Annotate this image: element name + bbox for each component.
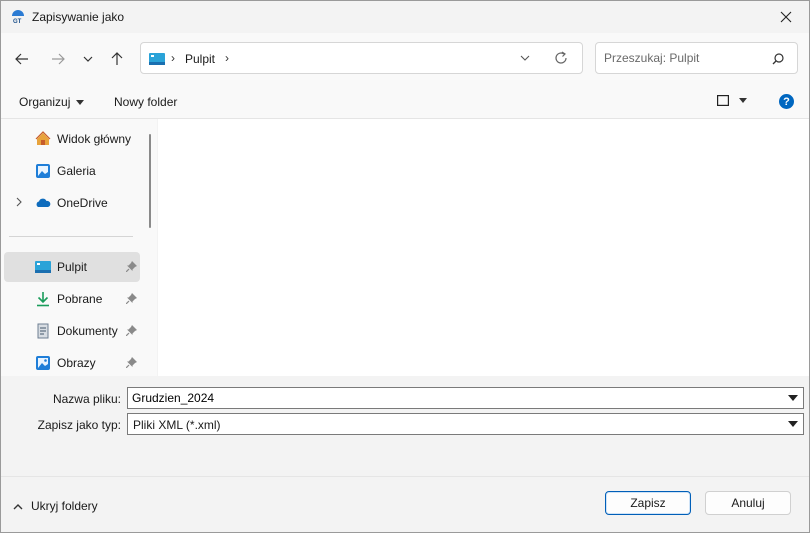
- pin-icon[interactable]: [126, 357, 137, 368]
- chevron-down-icon[interactable]: [519, 52, 531, 64]
- save-label: Zapisz: [630, 496, 666, 510]
- hide-folders-button[interactable]: Ukryj foldery: [13, 499, 98, 513]
- window-title: Zapisywanie jako: [32, 10, 125, 24]
- cancel-button[interactable]: Anuluj: [705, 491, 791, 515]
- cancel-label: Anuluj: [731, 496, 765, 510]
- desktop-icon: [35, 261, 51, 273]
- sidebar-item-downloads[interactable]: Pobrane: [4, 284, 140, 314]
- sidebar-item-documents[interactable]: Dokumenty: [4, 316, 140, 346]
- recent-locations-button[interactable]: [76, 47, 100, 71]
- pin-icon[interactable]: [126, 325, 137, 336]
- new-folder-button[interactable]: Nowy folder: [114, 95, 177, 109]
- home-icon: [35, 131, 51, 145]
- chevron-right-icon[interactable]: [15, 197, 23, 207]
- filetype-label: Zapisz jako typ:: [37, 418, 121, 432]
- app-icon: GT: [12, 10, 24, 24]
- svg-text:GT: GT: [13, 19, 22, 24]
- search-icon[interactable]: [772, 53, 784, 65]
- filename-label: Nazwa pliku:: [52, 392, 121, 406]
- file-list-area[interactable]: [158, 119, 809, 376]
- navigation-bar: › Pulpit ›: [1, 33, 809, 85]
- caret-down-icon: [76, 99, 85, 105]
- arrow-up-icon: [111, 52, 123, 65]
- sidebar-item-label: OneDrive: [57, 196, 108, 210]
- back-button[interactable]: [10, 47, 34, 71]
- breadcrumb-separator[interactable]: ›: [171, 51, 175, 65]
- filetype-select[interactable]: Pliki XML (*.xml): [127, 413, 804, 435]
- download-icon: [37, 292, 49, 307]
- chevron-up-icon: [13, 503, 23, 509]
- help-button[interactable]: ?: [779, 94, 794, 109]
- onedrive-icon: [36, 198, 51, 207]
- up-button[interactable]: [105, 47, 129, 71]
- pictures-icon: [36, 356, 50, 370]
- title-bar: GT Zapisywanie jako: [1, 1, 809, 33]
- refresh-icon[interactable]: [553, 50, 569, 66]
- search-input[interactable]: [604, 49, 764, 67]
- sidebar-scrollbar[interactable]: [149, 134, 151, 228]
- desktop-icon: [149, 53, 165, 65]
- filetype-value: Pliki XML (*.xml): [133, 418, 221, 432]
- arrow-right-icon: [52, 53, 65, 65]
- organize-label: Organizuj: [19, 95, 71, 109]
- filename-input[interactable]: [132, 390, 762, 406]
- view-icon: [717, 95, 729, 106]
- sidebar-item-desktop[interactable]: Pulpit: [4, 252, 140, 282]
- save-button[interactable]: Zapisz: [605, 491, 691, 515]
- navigation-pane: Widok główny Galeria OneDrive Pulpit Pob…: [1, 119, 157, 376]
- arrow-left-icon: [15, 53, 28, 65]
- sidebar-item-onedrive[interactable]: OneDrive: [4, 188, 140, 218]
- sidebar-item-gallery[interactable]: Galeria: [4, 156, 140, 186]
- hide-folders-label: Ukryj foldery: [31, 499, 98, 513]
- pin-icon[interactable]: [126, 293, 137, 304]
- filename-combobox[interactable]: [127, 387, 804, 409]
- forward-button[interactable]: [46, 47, 70, 71]
- sidebar-item-label: Obrazy: [57, 356, 96, 370]
- save-as-dialog: GT Zapisywanie jako › Pulpit › Przeszuka…: [0, 0, 810, 533]
- breadcrumb-pulpit[interactable]: Pulpit: [185, 52, 215, 66]
- organize-menu[interactable]: Organizuj: [19, 95, 85, 109]
- close-button[interactable]: [763, 1, 809, 33]
- search-box[interactable]: [595, 42, 798, 74]
- chevron-down-icon[interactable]: [788, 395, 798, 401]
- command-bar: Organizuj Nowy folder ?: [1, 85, 809, 119]
- dialog-footer: Ukryj foldery Zapisz Anuluj: [1, 476, 809, 532]
- caret-down-icon: [739, 98, 747, 103]
- sidebar-item-label: Widok główny: [57, 132, 132, 146]
- sidebar-item-label: Dokumenty: [57, 324, 118, 338]
- documents-icon: [37, 323, 49, 339]
- gallery-icon: [36, 164, 50, 178]
- sidebar-item-label: Pulpit: [57, 260, 88, 274]
- help-icon: ?: [783, 95, 790, 108]
- breadcrumb-separator[interactable]: ›: [225, 51, 229, 65]
- chevron-down-icon: [83, 56, 93, 62]
- sidebar-item-label: Galeria: [57, 164, 96, 178]
- chevron-down-icon[interactable]: [788, 421, 798, 427]
- sidebar-item-pictures[interactable]: Obrazy: [4, 348, 140, 378]
- close-icon: [780, 11, 792, 23]
- new-folder-label: Nowy folder: [114, 95, 178, 109]
- pin-icon[interactable]: [126, 261, 137, 272]
- sidebar-divider: [9, 236, 133, 237]
- save-form: Nazwa pliku: Zapisz jako typ: Pliki XML …: [1, 376, 809, 476]
- sidebar-item-label: Pobrane: [57, 292, 103, 306]
- view-options-button[interactable]: [717, 95, 747, 106]
- address-bar[interactable]: › Pulpit ›: [140, 42, 583, 74]
- sidebar-item-home[interactable]: Widok główny: [4, 124, 140, 154]
